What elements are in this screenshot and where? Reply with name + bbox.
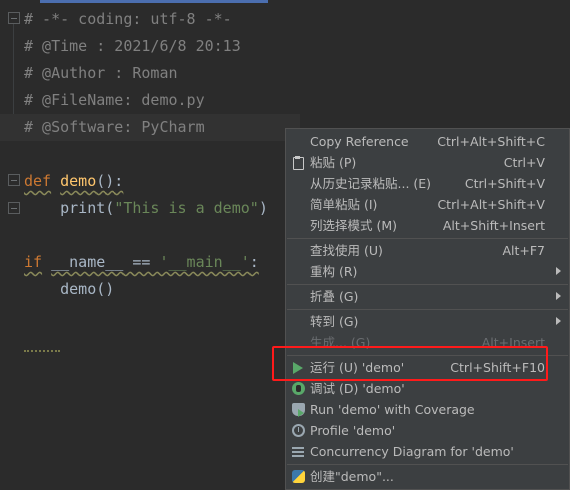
- menu-item-label: Copy Reference: [310, 134, 409, 149]
- code-line-1[interactable]: # -*- coding: utf-8 -*-: [24, 6, 232, 33]
- submenu-arrow-icon: [556, 267, 561, 275]
- fold-marker-icon[interactable]: [8, 12, 20, 24]
- menu-item-label: 调试 (D) 'demo': [310, 381, 405, 396]
- menu-item-shortcut: Ctrl+Alt+Shift+C: [437, 134, 545, 149]
- menu-item-shortcut: Alt+Shift+Insert: [442, 218, 545, 233]
- menu-item-refactor[interactable]: 重构 (R): [286, 261, 569, 282]
- print-close: ): [258, 199, 268, 217]
- menu-item-label: 查找使用 (U): [310, 243, 383, 258]
- menu-item-label: 重构 (R): [310, 264, 358, 279]
- menu-item-label: 创建"demo"...: [310, 469, 394, 484]
- code-line-5-current[interactable]: # @Software: PyCharm: [0, 114, 300, 141]
- menu-separator: [287, 464, 568, 465]
- menu-item-paste-simple[interactable]: 简单粘贴 (I) Ctrl+Alt+Shift+V: [286, 194, 569, 215]
- menu-item-concurrency-diagram[interactable]: Concurrency Diagram for 'demo': [286, 441, 569, 462]
- main-string: '__main__': [159, 253, 250, 271]
- menu-item-label: 转到 (G): [310, 314, 359, 329]
- fold-marker-icon[interactable]: [8, 202, 20, 214]
- editor-tab-strip: [0, 0, 570, 4]
- fold-marker-icon[interactable]: [8, 174, 20, 186]
- menu-item-shortcut: Ctrl+V: [503, 155, 545, 170]
- clipboard-icon: [292, 156, 305, 170]
- menu-item-goto[interactable]: 转到 (G): [286, 311, 569, 332]
- menu-item-debug-demo[interactable]: 调试 (D) 'demo': [286, 378, 569, 399]
- fold-guide: [13, 24, 14, 124]
- demo-call: demo(): [60, 280, 115, 298]
- editor-gutter: [0, 4, 22, 490]
- function-name: demo: [60, 172, 97, 190]
- menu-item-find-usages[interactable]: 查找使用 (U) Alt+F7: [286, 240, 569, 261]
- menu-item-shortcut: Alt+F7: [502, 243, 545, 258]
- code-line-3[interactable]: # @Author : Roman: [24, 60, 178, 87]
- menu-item-label: 折叠 (G): [310, 289, 359, 304]
- menu-item-run-with-coverage[interactable]: Run 'demo' with Coverage: [286, 399, 569, 420]
- menu-item-label: 粘贴 (P): [310, 155, 357, 170]
- print-call: print(: [60, 199, 115, 217]
- dunder-name: __name__: [51, 253, 124, 271]
- active-tab-indicator: [40, 0, 268, 3]
- menu-item-label: Profile 'demo': [310, 423, 396, 438]
- menu-item-paste[interactable]: 粘贴 (P) Ctrl+V: [286, 152, 569, 173]
- menu-item-column-selection[interactable]: 列选择模式 (M) Alt+Shift+Insert: [286, 215, 569, 236]
- menu-item-profile[interactable]: Profile 'demo': [286, 420, 569, 441]
- debug-bug-icon: [292, 382, 305, 395]
- code-line-def[interactable]: def demo():: [24, 168, 123, 195]
- menu-item-shortcut: Ctrl+Shift+V: [464, 176, 545, 191]
- menu-item-paste-from-history[interactable]: 从历史记录粘贴... (E) Ctrl+Shift+V: [286, 173, 569, 194]
- code-line-call[interactable]: demo(): [24, 276, 114, 303]
- python-icon: [292, 470, 305, 483]
- context-menu: Copy Reference Ctrl+Alt+Shift+C 粘贴 (P) C…: [285, 128, 570, 490]
- profiler-clock-icon: [292, 424, 305, 437]
- code-line-if[interactable]: if __name__ == '__main__':: [24, 249, 259, 276]
- submenu-arrow-icon: [556, 317, 561, 325]
- submenu-arrow-icon: [556, 292, 561, 300]
- keyword-def: def: [24, 172, 52, 190]
- menu-item-create-config[interactable]: 创建"demo"...: [286, 466, 569, 487]
- menu-item-label: Run 'demo' with Coverage: [310, 402, 475, 417]
- code-line-4[interactable]: # @FileName: demo.py: [24, 87, 205, 114]
- code-line-2[interactable]: # @Time : 2021/6/8 20:13: [24, 33, 241, 60]
- equals-operator: ==: [123, 253, 160, 271]
- keyword-if: if: [24, 253, 43, 271]
- menu-item-label: 列选择模式 (M): [310, 218, 398, 233]
- coverage-shield-icon: [292, 403, 305, 417]
- menu-item-label: 简单粘贴 (I): [310, 197, 378, 212]
- menu-separator: [287, 309, 568, 310]
- def-parens: ():: [96, 172, 124, 190]
- highlight-annotation-box: [272, 346, 548, 381]
- menu-item-shortcut: Ctrl+Alt+Shift+V: [437, 197, 545, 212]
- menu-item-label: Concurrency Diagram for 'demo': [310, 444, 514, 459]
- if-colon: :: [249, 253, 259, 271]
- concurrency-diagram-icon: [292, 445, 305, 458]
- menu-separator: [287, 238, 568, 239]
- code-line-print[interactable]: print("This is a demo"): [24, 195, 268, 222]
- print-string: "This is a demo": [114, 199, 259, 217]
- menu-item-label: 从历史记录粘贴... (E): [310, 176, 432, 191]
- menu-item-copy-reference[interactable]: Copy Reference Ctrl+Alt+Shift+C: [286, 131, 569, 152]
- menu-separator: [287, 284, 568, 285]
- menu-item-folding[interactable]: 折叠 (G): [286, 286, 569, 307]
- warning-squiggle: [24, 346, 60, 352]
